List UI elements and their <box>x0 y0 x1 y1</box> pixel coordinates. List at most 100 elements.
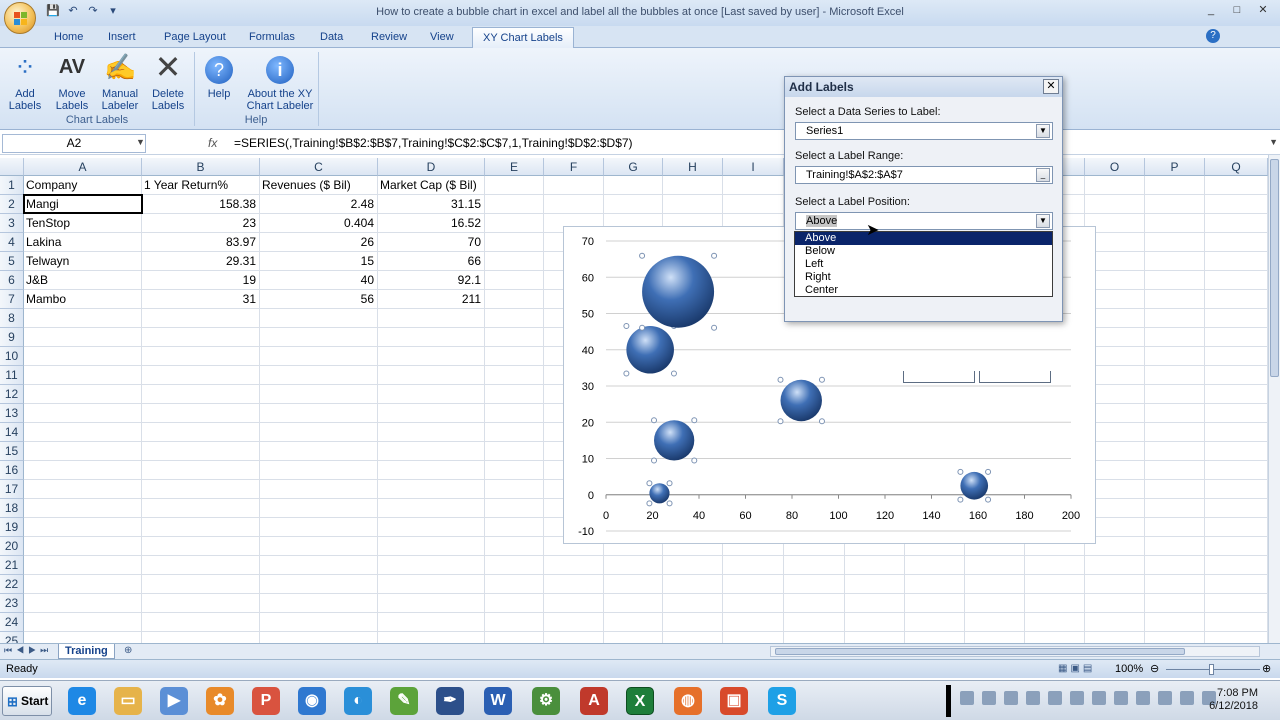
cell[interactable]: 0.404 <box>260 214 378 233</box>
column-header[interactable]: B <box>142 158 260 176</box>
zoom-level[interactable]: 100% <box>1115 663 1143 675</box>
tab-formulas[interactable]: Formulas <box>243 29 301 45</box>
sheet-tab-training[interactable]: Training <box>58 644 115 659</box>
cell[interactable]: 211 <box>378 290 485 309</box>
tab-xy-chart-labels[interactable]: XY Chart Labels <box>472 27 574 48</box>
globe-icon[interactable]: ◐ <box>344 687 372 715</box>
zoom-in-icon[interactable]: ⊕ <box>1262 662 1271 675</box>
view-mode-icons[interactable]: ▦▣▤ <box>1058 663 1095 674</box>
tab-page-layout[interactable]: Page Layout <box>158 29 232 45</box>
tab-view[interactable]: View <box>424 29 460 45</box>
app-icon[interactable]: ⚙ <box>532 687 560 715</box>
cell[interactable]: 26 <box>260 233 378 252</box>
row-header[interactable]: 12 <box>0 385 24 404</box>
maximize-button[interactable]: □ <box>1226 2 1248 18</box>
cell[interactable]: 31.15 <box>378 195 485 214</box>
delete-labels-button[interactable]: ✕ Delete Labels <box>145 51 191 112</box>
sheet-nav-icons[interactable]: ⏮◀▶⏭ <box>4 645 52 656</box>
tray-icon[interactable] <box>1070 691 1084 705</box>
vertical-scrollbar[interactable] <box>1268 155 1280 645</box>
cell[interactable]: 31 <box>142 290 260 309</box>
add-labels-button[interactable]: ⁘ Add Labels <box>2 52 48 112</box>
row-header[interactable]: 7 <box>0 290 24 309</box>
move-labels-button[interactable]: AV Move Labels <box>49 52 95 112</box>
column-header[interactable]: F <box>544 158 604 176</box>
app-icon-2[interactable]: ▣ <box>720 687 748 715</box>
fx-icon[interactable]: fx <box>208 136 217 150</box>
tab-home[interactable]: Home <box>48 29 89 45</box>
row-header[interactable]: 19 <box>0 518 24 537</box>
close-button[interactable]: ✕ <box>1252 2 1274 18</box>
name-box-dropdown-icon[interactable]: ▼ <box>136 137 145 147</box>
cell[interactable]: 83.97 <box>142 233 260 252</box>
cell[interactable]: 1 Year Return% <box>142 176 260 195</box>
cell[interactable]: 15 <box>260 252 378 271</box>
row-header[interactable]: 17 <box>0 480 24 499</box>
tray-icon[interactable] <box>1004 691 1018 705</box>
cell[interactable]: 158.38 <box>142 195 260 214</box>
row-header[interactable]: 18 <box>0 499 24 518</box>
column-header[interactable]: P <box>1145 158 1205 176</box>
acrobat-icon[interactable]: A <box>580 687 608 715</box>
chevron-down-icon[interactable]: ▼ <box>1036 124 1050 138</box>
row-header[interactable]: 2 <box>0 195 24 214</box>
tray-icon[interactable] <box>1048 691 1062 705</box>
row-header[interactable]: 6 <box>0 271 24 290</box>
column-header[interactable]: C <box>260 158 378 176</box>
row-header[interactable]: 9 <box>0 328 24 347</box>
cell[interactable]: 40 <box>260 271 378 290</box>
cell[interactable]: 29.31 <box>142 252 260 271</box>
row-header[interactable]: 10 <box>0 347 24 366</box>
option-left[interactable]: Left <box>795 258 1052 271</box>
cell[interactable]: 70 <box>378 233 485 252</box>
column-header[interactable]: Q <box>1205 158 1268 176</box>
tray-icon[interactable] <box>982 691 996 705</box>
paint-icon[interactable]: ✿ <box>206 687 234 715</box>
expand-formula-icon[interactable]: ▼ <box>1269 137 1278 147</box>
tab-insert[interactable]: Insert <box>102 29 142 45</box>
row-header[interactable]: 8 <box>0 309 24 328</box>
scrollbar-thumb[interactable] <box>1270 159 1279 377</box>
cell[interactable]: J&B <box>24 271 142 290</box>
cell[interactable]: 66 <box>378 252 485 271</box>
column-header[interactable]: G <box>604 158 663 176</box>
tray-icon[interactable] <box>960 691 974 705</box>
cell[interactable]: Telwayn <box>24 252 142 271</box>
internet-explorer-icon[interactable]: e <box>68 687 96 715</box>
row-header[interactable]: 13 <box>0 404 24 423</box>
formula-input[interactable]: =SERIES(,Training!$B$2:$B$7,Training!$C$… <box>234 136 633 150</box>
media-player-icon[interactable]: ▶ <box>160 687 188 715</box>
option-above[interactable]: Above <box>795 232 1052 245</box>
cell[interactable]: 23 <box>142 214 260 233</box>
column-header[interactable]: H <box>663 158 723 176</box>
column-header[interactable]: I <box>723 158 784 176</box>
cell[interactable]: TenStop <box>24 214 142 233</box>
row-header[interactable]: 24 <box>0 613 24 632</box>
column-header[interactable]: A <box>24 158 142 176</box>
cell[interactable]: 2.48 <box>260 195 378 214</box>
row-header[interactable]: 16 <box>0 461 24 480</box>
help-button[interactable]: ? Help <box>196 52 242 100</box>
cell[interactable]: Lakina <box>24 233 142 252</box>
excel-icon[interactable]: X <box>626 687 654 715</box>
skype-icon[interactable]: S <box>768 687 796 715</box>
chevron-down-icon[interactable]: ▼ <box>1036 214 1050 228</box>
row-header[interactable]: 21 <box>0 556 24 575</box>
tray-icon[interactable] <box>1136 691 1150 705</box>
about-button[interactable]: i About the XY Chart Labeler <box>244 52 316 112</box>
row-header[interactable]: 3 <box>0 214 24 233</box>
zoom-out-icon[interactable]: ⊖ <box>1150 662 1159 675</box>
row-header[interactable]: 5 <box>0 252 24 271</box>
tray-icon[interactable] <box>1026 691 1040 705</box>
ok-button[interactable] <box>903 371 975 383</box>
help-icon[interactable]: ? <box>1206 29 1220 43</box>
tray-icon[interactable] <box>1180 691 1194 705</box>
system-clock[interactable]: 7:08 PM 6/12/2018 <box>1209 687 1258 713</box>
column-header[interactable]: E <box>485 158 544 176</box>
notepad-icon[interactable]: ✎ <box>390 687 418 715</box>
cell[interactable]: Revenues ($ Bil) <box>260 176 378 195</box>
row-header[interactable]: 20 <box>0 537 24 556</box>
cell[interactable]: 56 <box>260 290 378 309</box>
range-picker-icon[interactable]: _ <box>1036 168 1050 182</box>
row-header[interactable]: 11 <box>0 366 24 385</box>
